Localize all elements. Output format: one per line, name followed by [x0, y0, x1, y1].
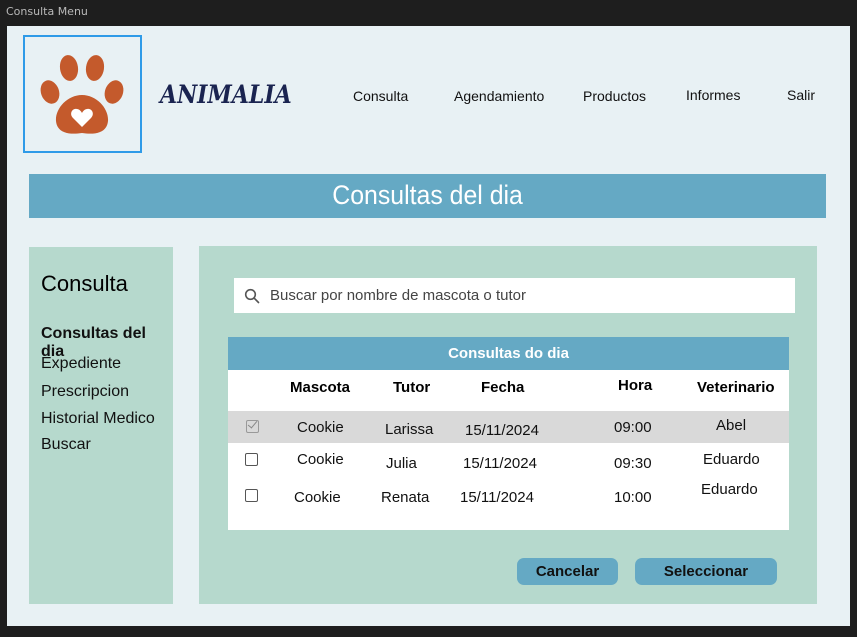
- cell-hora: 09:30: [614, 455, 652, 472]
- column-header-veterinario: Veterinario: [697, 379, 775, 396]
- sidebar-item-buscar[interactable]: Buscar: [41, 436, 91, 454]
- cell-tutor: Renata: [381, 489, 430, 506]
- sidebar-title: Consulta: [41, 271, 128, 296]
- select-button[interactable]: Seleccionar: [635, 558, 777, 585]
- cell-tutor: Julia: [386, 455, 417, 472]
- sidebar-item-expediente[interactable]: Expediente: [41, 355, 121, 373]
- nav-consulta[interactable]: Consulta: [353, 88, 408, 104]
- page-title: Consultas del dia: [332, 180, 523, 210]
- window-title: Consulta Menu: [6, 5, 88, 18]
- brand-name: ANIMALIA: [160, 80, 292, 110]
- cell-mascota: Cookie: [294, 489, 341, 506]
- cell-veterinario: Abel: [716, 417, 747, 434]
- sidebar-item-historial-medico[interactable]: Historial Medico: [41, 410, 155, 428]
- search-input[interactable]: [270, 287, 770, 304]
- table-title: Consultas do dia: [228, 337, 789, 370]
- cell-tutor: Larissa: [385, 421, 434, 438]
- cell-veterinario: Eduardo: [701, 481, 758, 498]
- row-checkbox[interactable]: [245, 489, 258, 502]
- cell-veterinario: Eduardo: [703, 451, 760, 468]
- search-bar[interactable]: [234, 278, 795, 313]
- column-header-fecha: Fecha: [481, 379, 525, 396]
- cell-fecha: 15/11/2024: [460, 489, 534, 506]
- nav-agendamiento[interactable]: Agendamiento: [454, 88, 544, 104]
- main-panel: Consultas do dia Mascota Tutor Fecha Hor…: [199, 246, 817, 604]
- cell-fecha: 15/11/2024: [465, 422, 539, 439]
- search-icon: [244, 288, 260, 303]
- sidebar: Consulta Consultas del dia Expediente Pr…: [29, 247, 173, 604]
- app-canvas: ANIMALIA Consulta Agendamiento Productos…: [7, 26, 850, 626]
- table-row[interactable]: Cookie Renata 15/11/2024 10:00 Eduardo: [228, 480, 789, 512]
- cell-mascota: Cookie: [297, 419, 344, 436]
- column-header-mascota: Mascota: [290, 379, 351, 396]
- column-header-hora: Hora: [618, 377, 653, 394]
- consultas-table: Consultas do dia Mascota Tutor Fecha Hor…: [228, 337, 789, 530]
- nav-salir[interactable]: Salir: [787, 87, 815, 103]
- row-checkbox[interactable]: [246, 420, 259, 433]
- sidebar-item-prescripcion[interactable]: Prescripcion: [41, 383, 129, 401]
- page-title-banner: Consultas del dia: [29, 174, 826, 218]
- cell-mascota: Cookie: [297, 451, 344, 468]
- row-checkbox[interactable]: [245, 453, 258, 466]
- nav-informes[interactable]: Informes: [686, 87, 740, 103]
- logo[interactable]: [23, 35, 142, 153]
- column-header-tutor: Tutor: [393, 379, 431, 396]
- cell-hora: 10:00: [614, 489, 652, 506]
- table-row[interactable]: Cookie Julia 15/11/2024 09:30 Eduardo: [228, 445, 789, 477]
- cell-fecha: 15/11/2024: [463, 455, 537, 472]
- cell-hora: 09:00: [614, 419, 652, 436]
- table-row[interactable]: Cookie Larissa 15/11/2024 09:00 Abel: [228, 411, 789, 443]
- nav-productos[interactable]: Productos: [583, 88, 646, 104]
- cancel-button[interactable]: Cancelar: [517, 558, 618, 585]
- paw-icon: [40, 55, 124, 134]
